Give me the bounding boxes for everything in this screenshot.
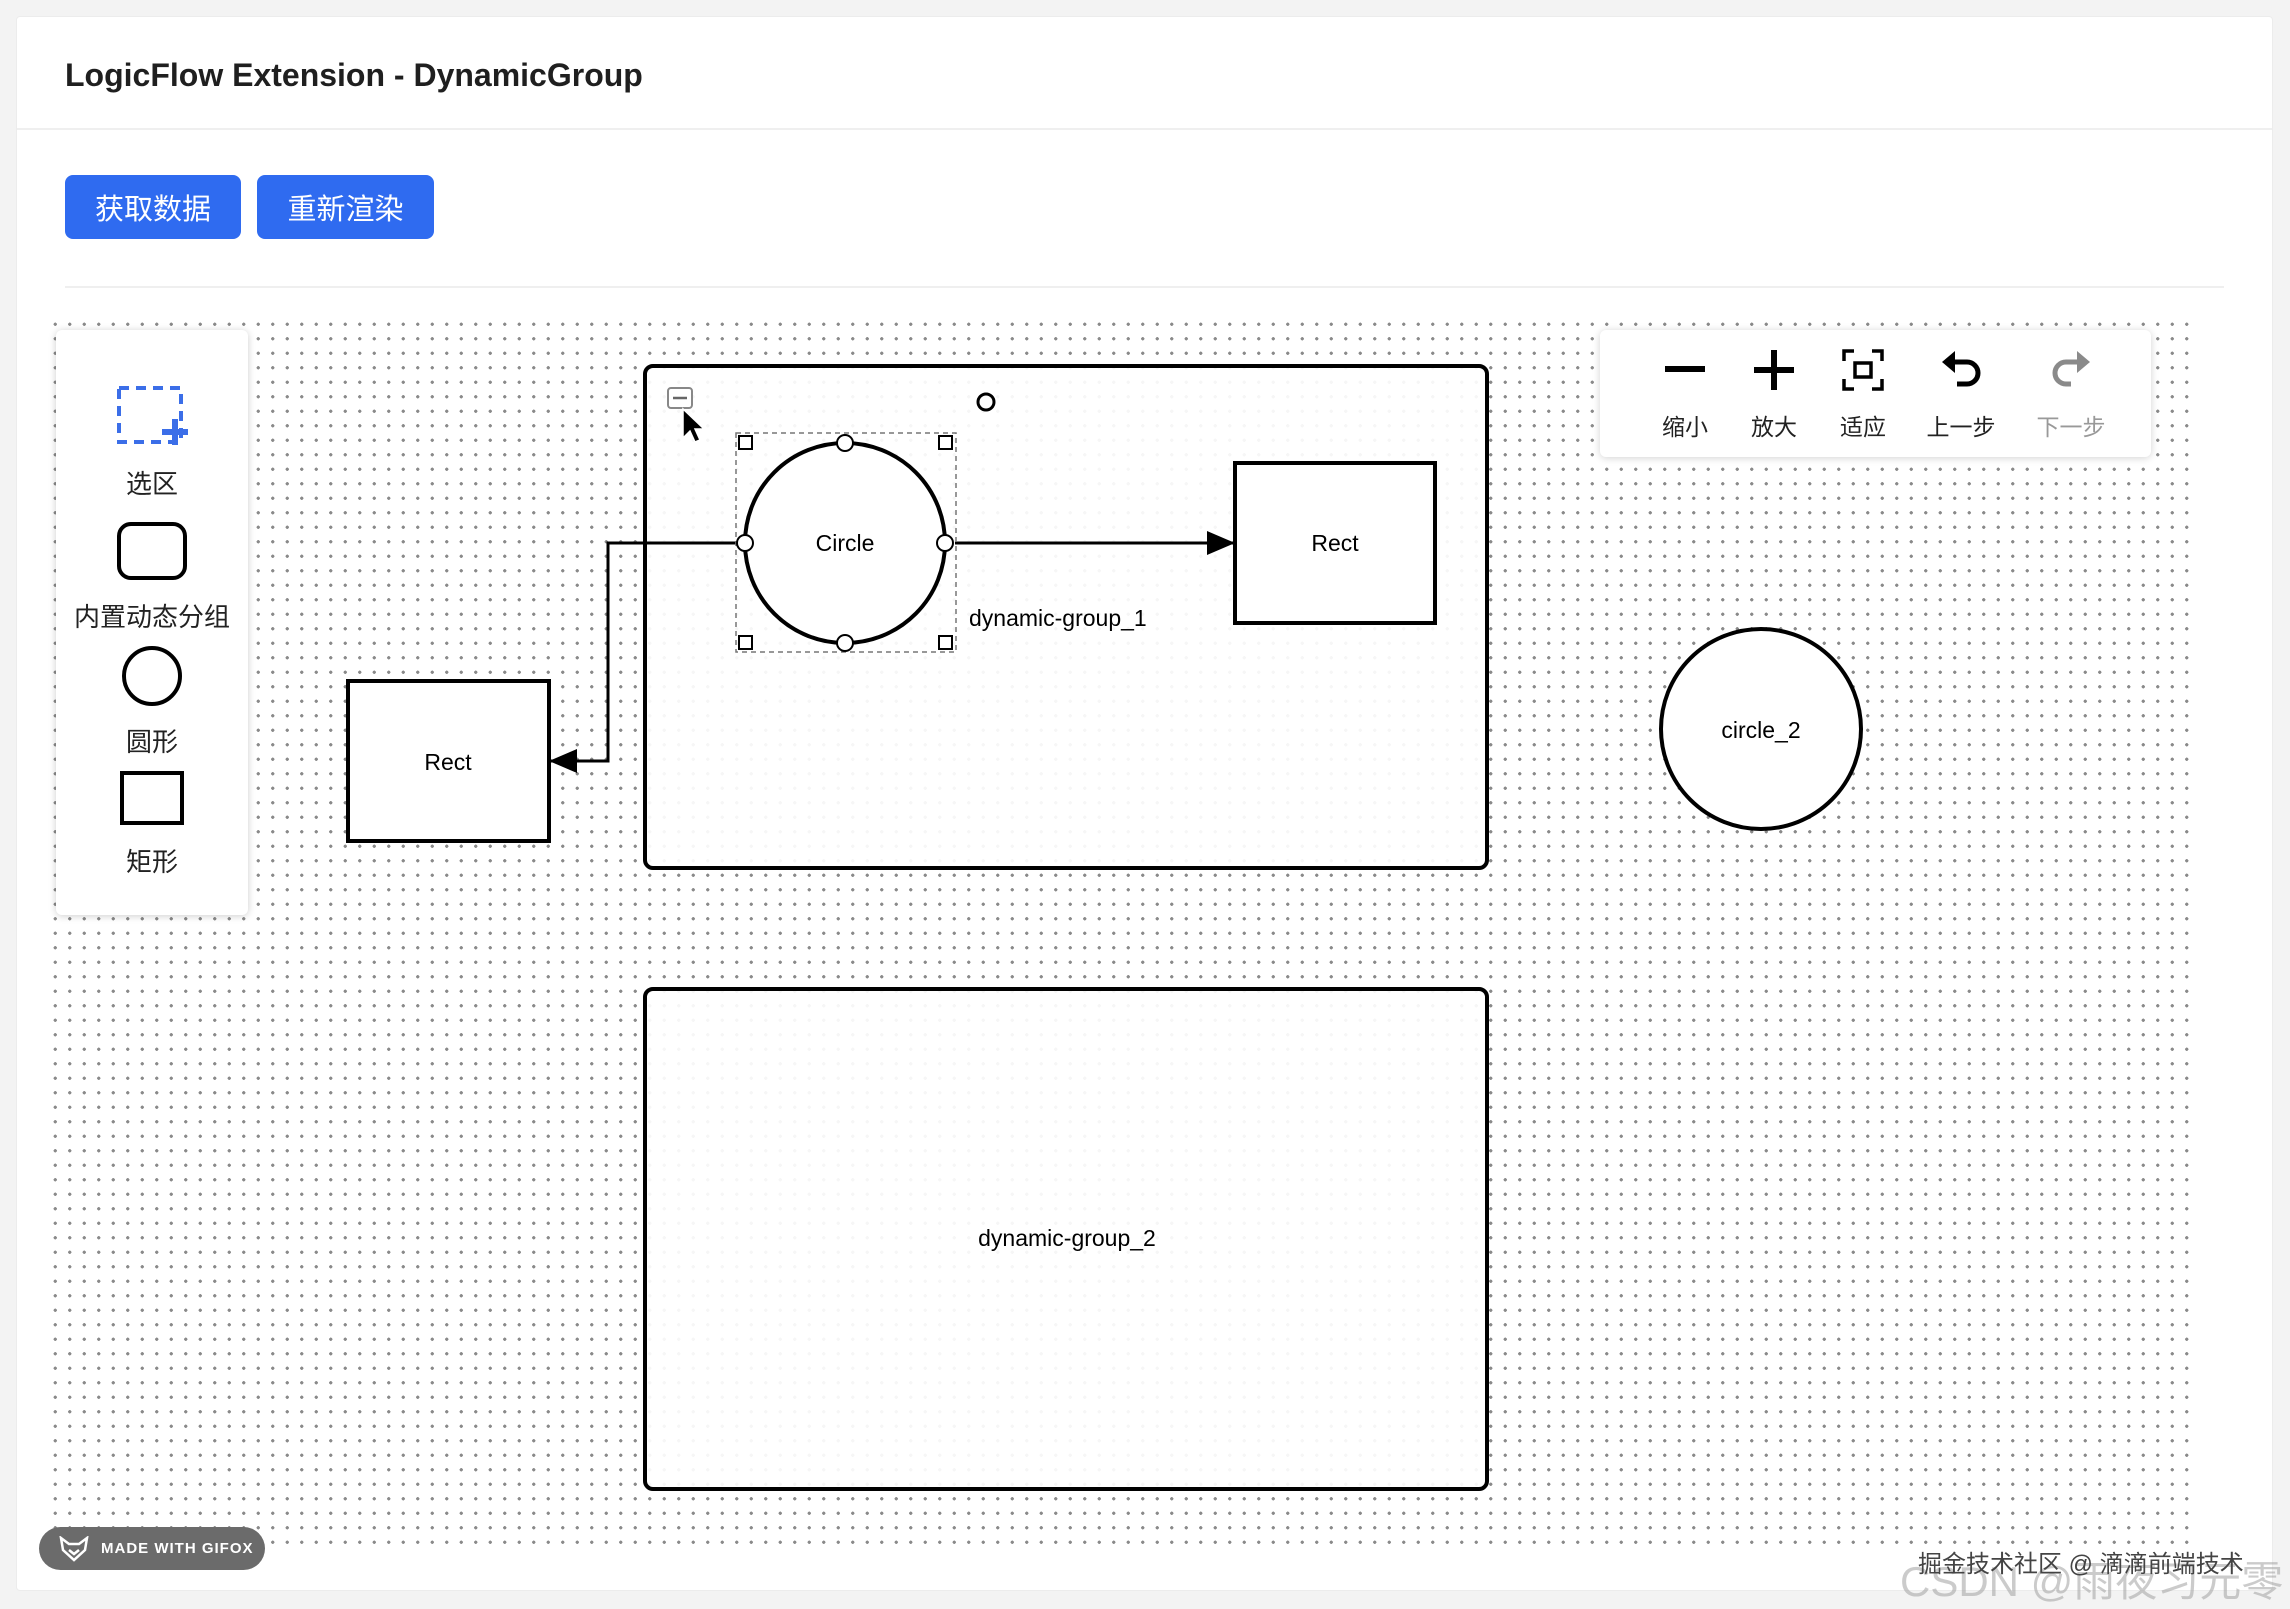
redo-icon — [2021, 348, 2121, 392]
resize-handle-tr[interactable] — [938, 435, 953, 450]
panel-item-label: 矩形 — [125, 847, 178, 877]
zoom-out-label: 缩小 — [1662, 414, 1708, 440]
gifox-badge: MADE WITH GIFOX — [39, 1527, 265, 1570]
selection-add-icon — [56, 385, 248, 451]
redo-button[interactable]: 下一步 — [2021, 330, 2121, 457]
fit-label: 适应 — [1840, 414, 1886, 440]
panel-item-dynamic-group[interactable]: 内置动态分组 — [56, 520, 248, 632]
dynamic-group-1-label: dynamic-group_1 — [969, 605, 1147, 631]
rect-node-in-group-label: Rect — [1311, 530, 1359, 556]
circle-2-node-label: circle_2 — [1721, 717, 1800, 743]
anchor-right[interactable] — [936, 534, 954, 552]
anchor-left[interactable] — [736, 534, 754, 552]
zoom-in-label: 放大 — [1751, 414, 1797, 440]
undo-icon — [1911, 348, 2011, 392]
zoom-out-button[interactable]: 缩小 — [1641, 330, 1729, 457]
plus-icon — [1730, 348, 1818, 392]
dynamic-group-2-label: dynamic-group_2 — [978, 1225, 1156, 1251]
juejin-watermark: 掘金技术社区 @ 滴滴前端技术 — [1918, 1551, 2244, 1578]
redo-label: 下一步 — [2036, 414, 2106, 440]
zoom-in-button[interactable]: 放大 — [1730, 330, 1818, 457]
gifox-label: MADE WITH GIFOX — [101, 1540, 254, 1557]
circle-node-label: Circle — [816, 530, 875, 556]
rotate-handle[interactable] — [976, 392, 996, 412]
rect-node-outside[interactable]: Rect — [346, 679, 551, 843]
anchor-bottom[interactable] — [836, 634, 854, 652]
anchor-top[interactable] — [836, 434, 854, 452]
resize-handle-tl[interactable] — [738, 435, 753, 450]
circle-2-node[interactable]: circle_2 — [1659, 627, 1863, 831]
panel-item-label: 圆形 — [125, 727, 178, 757]
circle-icon — [56, 644, 248, 708]
panel-item-rect[interactable]: 矩形 — [56, 770, 248, 880]
dynamic-group-2[interactable]: dynamic-group_2 — [643, 987, 1489, 1491]
resize-handle-br[interactable] — [938, 635, 953, 650]
dnd-panel: 选区 内置动态分组 圆形 矩形 — [56, 330, 248, 915]
undo-label: 上一步 — [1926, 414, 1996, 440]
fit-button[interactable]: 适应 — [1819, 330, 1907, 457]
control-toolbar: 缩小 放大 适应 上一步 下一步 — [1600, 330, 2151, 457]
collapse-minus-icon[interactable] — [667, 387, 693, 409]
rect-node-outside-label: Rect — [424, 749, 472, 775]
graph-layer: dynamic-group_1 dynamic-group_2 Circle R… — [346, 364, 1863, 1491]
resize-handle-bl[interactable] — [738, 635, 753, 650]
rounded-rect-icon — [56, 520, 248, 582]
fox-icon — [59, 1535, 89, 1562]
undo-button[interactable]: 上一步 — [1911, 330, 2011, 457]
panel-item-label: 内置动态分组 — [73, 602, 230, 632]
panel-item-label: 选区 — [125, 469, 178, 499]
minus-icon — [1641, 348, 1729, 392]
rect-node-in-group[interactable]: Rect — [1233, 461, 1437, 625]
fit-icon — [1819, 348, 1907, 392]
rect-icon — [56, 770, 248, 826]
panel-item-selection[interactable]: 选区 — [56, 385, 248, 499]
panel-item-circle[interactable]: 圆形 — [56, 644, 248, 757]
